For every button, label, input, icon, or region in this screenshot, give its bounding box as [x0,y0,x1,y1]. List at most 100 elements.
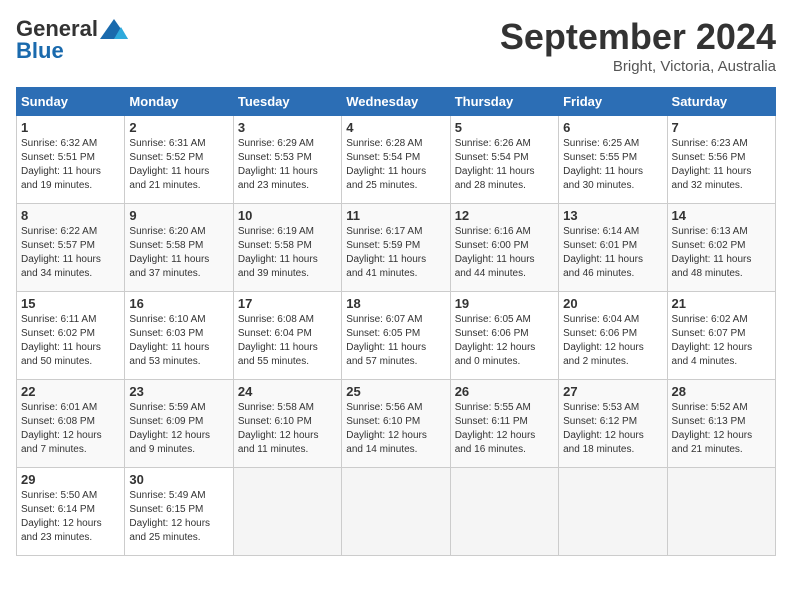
header-wednesday: Wednesday [342,88,450,116]
day-info: Sunrise: 6:19 AMSunset: 5:58 PMDaylight:… [238,225,337,281]
logo: General Blue [16,16,128,64]
day-number: 6 [563,120,662,135]
calendar-week-row: 8Sunrise: 6:22 AMSunset: 5:57 PMDaylight… [17,204,776,292]
day-info: Sunrise: 5:59 AMSunset: 6:09 PMDaylight:… [129,401,228,457]
day-number: 10 [238,208,337,223]
day-info: Sunrise: 6:02 AMSunset: 6:07 PMDaylight:… [672,313,771,369]
title-block: September 2024 Bright, Victoria, Austral… [500,16,776,75]
day-number: 23 [129,384,228,399]
calendar-cell: 4 Sunrise: 6:28 AMSunset: 5:54 PMDaylight… [342,116,450,204]
day-number: 3 [238,120,337,135]
day-number: 18 [346,296,445,311]
header-thursday: Thursday [450,88,558,116]
day-number: 5 [455,120,554,135]
day-info: Sunrise: 6:14 AMSunset: 6:01 PMDaylight:… [563,225,662,281]
calendar-cell: 24 Sunrise: 5:58 AMSunset: 6:10 PMDayligh… [233,380,341,468]
day-info: Sunrise: 6:05 AMSunset: 6:06 PMDaylight:… [455,313,554,369]
calendar-cell: 29 Sunrise: 5:50 AMSunset: 6:14 PMDayligh… [17,468,125,556]
header-tuesday: Tuesday [233,88,341,116]
calendar-cell: 13 Sunrise: 6:14 AMSunset: 6:01 PMDayligh… [559,204,667,292]
day-info: Sunrise: 6:07 AMSunset: 6:05 PMDaylight:… [346,313,445,369]
day-info: Sunrise: 6:25 AMSunset: 5:55 PMDaylight:… [563,137,662,193]
calendar-week-row: 15 Sunrise: 6:11 AMSunset: 6:02 PMDayligh… [17,292,776,380]
calendar-cell: 19Sunrise: 6:05 AMSunset: 6:06 PMDayligh… [450,292,558,380]
day-number: 25 [346,384,445,399]
header-monday: Monday [125,88,233,116]
day-info: Sunrise: 5:56 AMSunset: 6:10 PMDaylight:… [346,401,445,457]
calendar-cell: 18 Sunrise: 6:07 AMSunset: 6:05 PMDayligh… [342,292,450,380]
calendar-cell: 22 Sunrise: 6:01 AMSunset: 6:08 PMDayligh… [17,380,125,468]
day-number: 20 [563,296,662,311]
day-number: 4 [346,120,445,135]
day-info: Sunrise: 5:55 AMSunset: 6:11 PMDaylight:… [455,401,554,457]
calendar-cell: 28 Sunrise: 5:52 AMSunset: 6:13 PMDayligh… [667,380,775,468]
calendar-table: SundayMondayTuesdayWednesdayThursdayFrid… [16,87,776,556]
calendar-cell: 5 Sunrise: 6:26 AMSunset: 5:54 PMDaylight… [450,116,558,204]
day-info: Sunrise: 5:58 AMSunset: 6:10 PMDaylight:… [238,401,337,457]
day-number: 2 [129,120,228,135]
day-number: 27 [563,384,662,399]
day-number: 30 [129,472,228,487]
day-number: 29 [21,472,120,487]
calendar-cell: 7 Sunrise: 6:23 AMSunset: 5:56 PMDaylight… [667,116,775,204]
day-info: Sunrise: 6:20 AMSunset: 5:58 PMDaylight:… [129,225,228,281]
calendar-cell: 6 Sunrise: 6:25 AMSunset: 5:55 PMDaylight… [559,116,667,204]
calendar-cell: 16 Sunrise: 6:10 AMSunset: 6:03 PMDayligh… [125,292,233,380]
day-info: Sunrise: 6:32 AMSunset: 5:51 PMDaylight:… [21,137,120,193]
day-number: 13 [563,208,662,223]
day-number: 7 [672,120,771,135]
calendar-cell: 12Sunrise: 6:16 AMSunset: 6:00 PMDayligh… [450,204,558,292]
day-info: Sunrise: 6:04 AMSunset: 6:06 PMDaylight:… [563,313,662,369]
day-info: Sunrise: 5:52 AMSunset: 6:13 PMDaylight:… [672,401,771,457]
day-info: Sunrise: 6:11 AMSunset: 6:02 PMDaylight:… [21,313,120,369]
header-sunday: Sunday [17,88,125,116]
header-saturday: Saturday [667,88,775,116]
location: Bright, Victoria, Australia [500,58,776,75]
day-info: Sunrise: 6:26 AMSunset: 5:54 PMDaylight:… [455,137,554,193]
calendar-cell: 30 Sunrise: 5:49 AMSunset: 6:15 PMDayligh… [125,468,233,556]
day-info: Sunrise: 6:01 AMSunset: 6:08 PMDaylight:… [21,401,120,457]
day-number: 17 [238,296,337,311]
day-info: Sunrise: 6:10 AMSunset: 6:03 PMDaylight:… [129,313,228,369]
calendar-week-row: 22 Sunrise: 6:01 AMSunset: 6:08 PMDayligh… [17,380,776,468]
day-info: Sunrise: 6:13 AMSunset: 6:02 PMDaylight:… [672,225,771,281]
calendar-cell: 9 Sunrise: 6:20 AMSunset: 5:58 PMDaylight… [125,204,233,292]
day-number: 24 [238,384,337,399]
day-info: Sunrise: 6:08 AMSunset: 6:04 PMDaylight:… [238,313,337,369]
day-number: 28 [672,384,771,399]
page-header: General Blue September 2024 Bright, Vict… [16,16,776,75]
calendar-cell [559,468,667,556]
calendar-cell: 15 Sunrise: 6:11 AMSunset: 6:02 PMDayligh… [17,292,125,380]
day-info: Sunrise: 6:23 AMSunset: 5:56 PMDaylight:… [672,137,771,193]
calendar-cell: 23 Sunrise: 5:59 AMSunset: 6:09 PMDayligh… [125,380,233,468]
day-number: 21 [672,296,771,311]
calendar-cell: 8Sunrise: 6:22 AMSunset: 5:57 PMDaylight… [17,204,125,292]
calendar-cell: 11Sunrise: 6:17 AMSunset: 5:59 PMDayligh… [342,204,450,292]
calendar-cell: 20 Sunrise: 6:04 AMSunset: 6:06 PMDayligh… [559,292,667,380]
calendar-cell [667,468,775,556]
day-info: Sunrise: 6:22 AMSunset: 5:57 PMDaylight:… [21,225,120,281]
day-number: 14 [672,208,771,223]
day-info: Sunrise: 6:29 AMSunset: 5:53 PMDaylight:… [238,137,337,193]
day-info: Sunrise: 6:31 AMSunset: 5:52 PMDaylight:… [129,137,228,193]
calendar-cell: 26Sunrise: 5:55 AMSunset: 6:11 PMDayligh… [450,380,558,468]
calendar-cell: 1Sunrise: 6:32 AMSunset: 5:51 PMDaylight… [17,116,125,204]
calendar-cell: 3 Sunrise: 6:29 AMSunset: 5:53 PMDaylight… [233,116,341,204]
calendar-cell: 27 Sunrise: 5:53 AMSunset: 6:12 PMDayligh… [559,380,667,468]
day-number: 16 [129,296,228,311]
header-friday: Friday [559,88,667,116]
day-info: Sunrise: 5:53 AMSunset: 6:12 PMDaylight:… [563,401,662,457]
day-info: Sunrise: 6:28 AMSunset: 5:54 PMDaylight:… [346,137,445,193]
logo-icon [100,19,128,39]
day-number: 22 [21,384,120,399]
day-info: Sunrise: 5:49 AMSunset: 6:15 PMDaylight:… [129,489,228,545]
calendar-cell: 2 Sunrise: 6:31 AMSunset: 5:52 PMDaylight… [125,116,233,204]
calendar-cell: 25 Sunrise: 5:56 AMSunset: 6:10 PMDayligh… [342,380,450,468]
calendar-header-row: SundayMondayTuesdayWednesdayThursdayFrid… [17,88,776,116]
calendar-week-row: 29 Sunrise: 5:50 AMSunset: 6:14 PMDayligh… [17,468,776,556]
day-info: Sunrise: 6:17 AMSunset: 5:59 PMDaylight:… [346,225,445,281]
day-info: Sunrise: 6:16 AMSunset: 6:00 PMDaylight:… [455,225,554,281]
day-info: Sunrise: 5:50 AMSunset: 6:14 PMDaylight:… [21,489,120,545]
day-number: 9 [129,208,228,223]
day-number: 15 [21,296,120,311]
